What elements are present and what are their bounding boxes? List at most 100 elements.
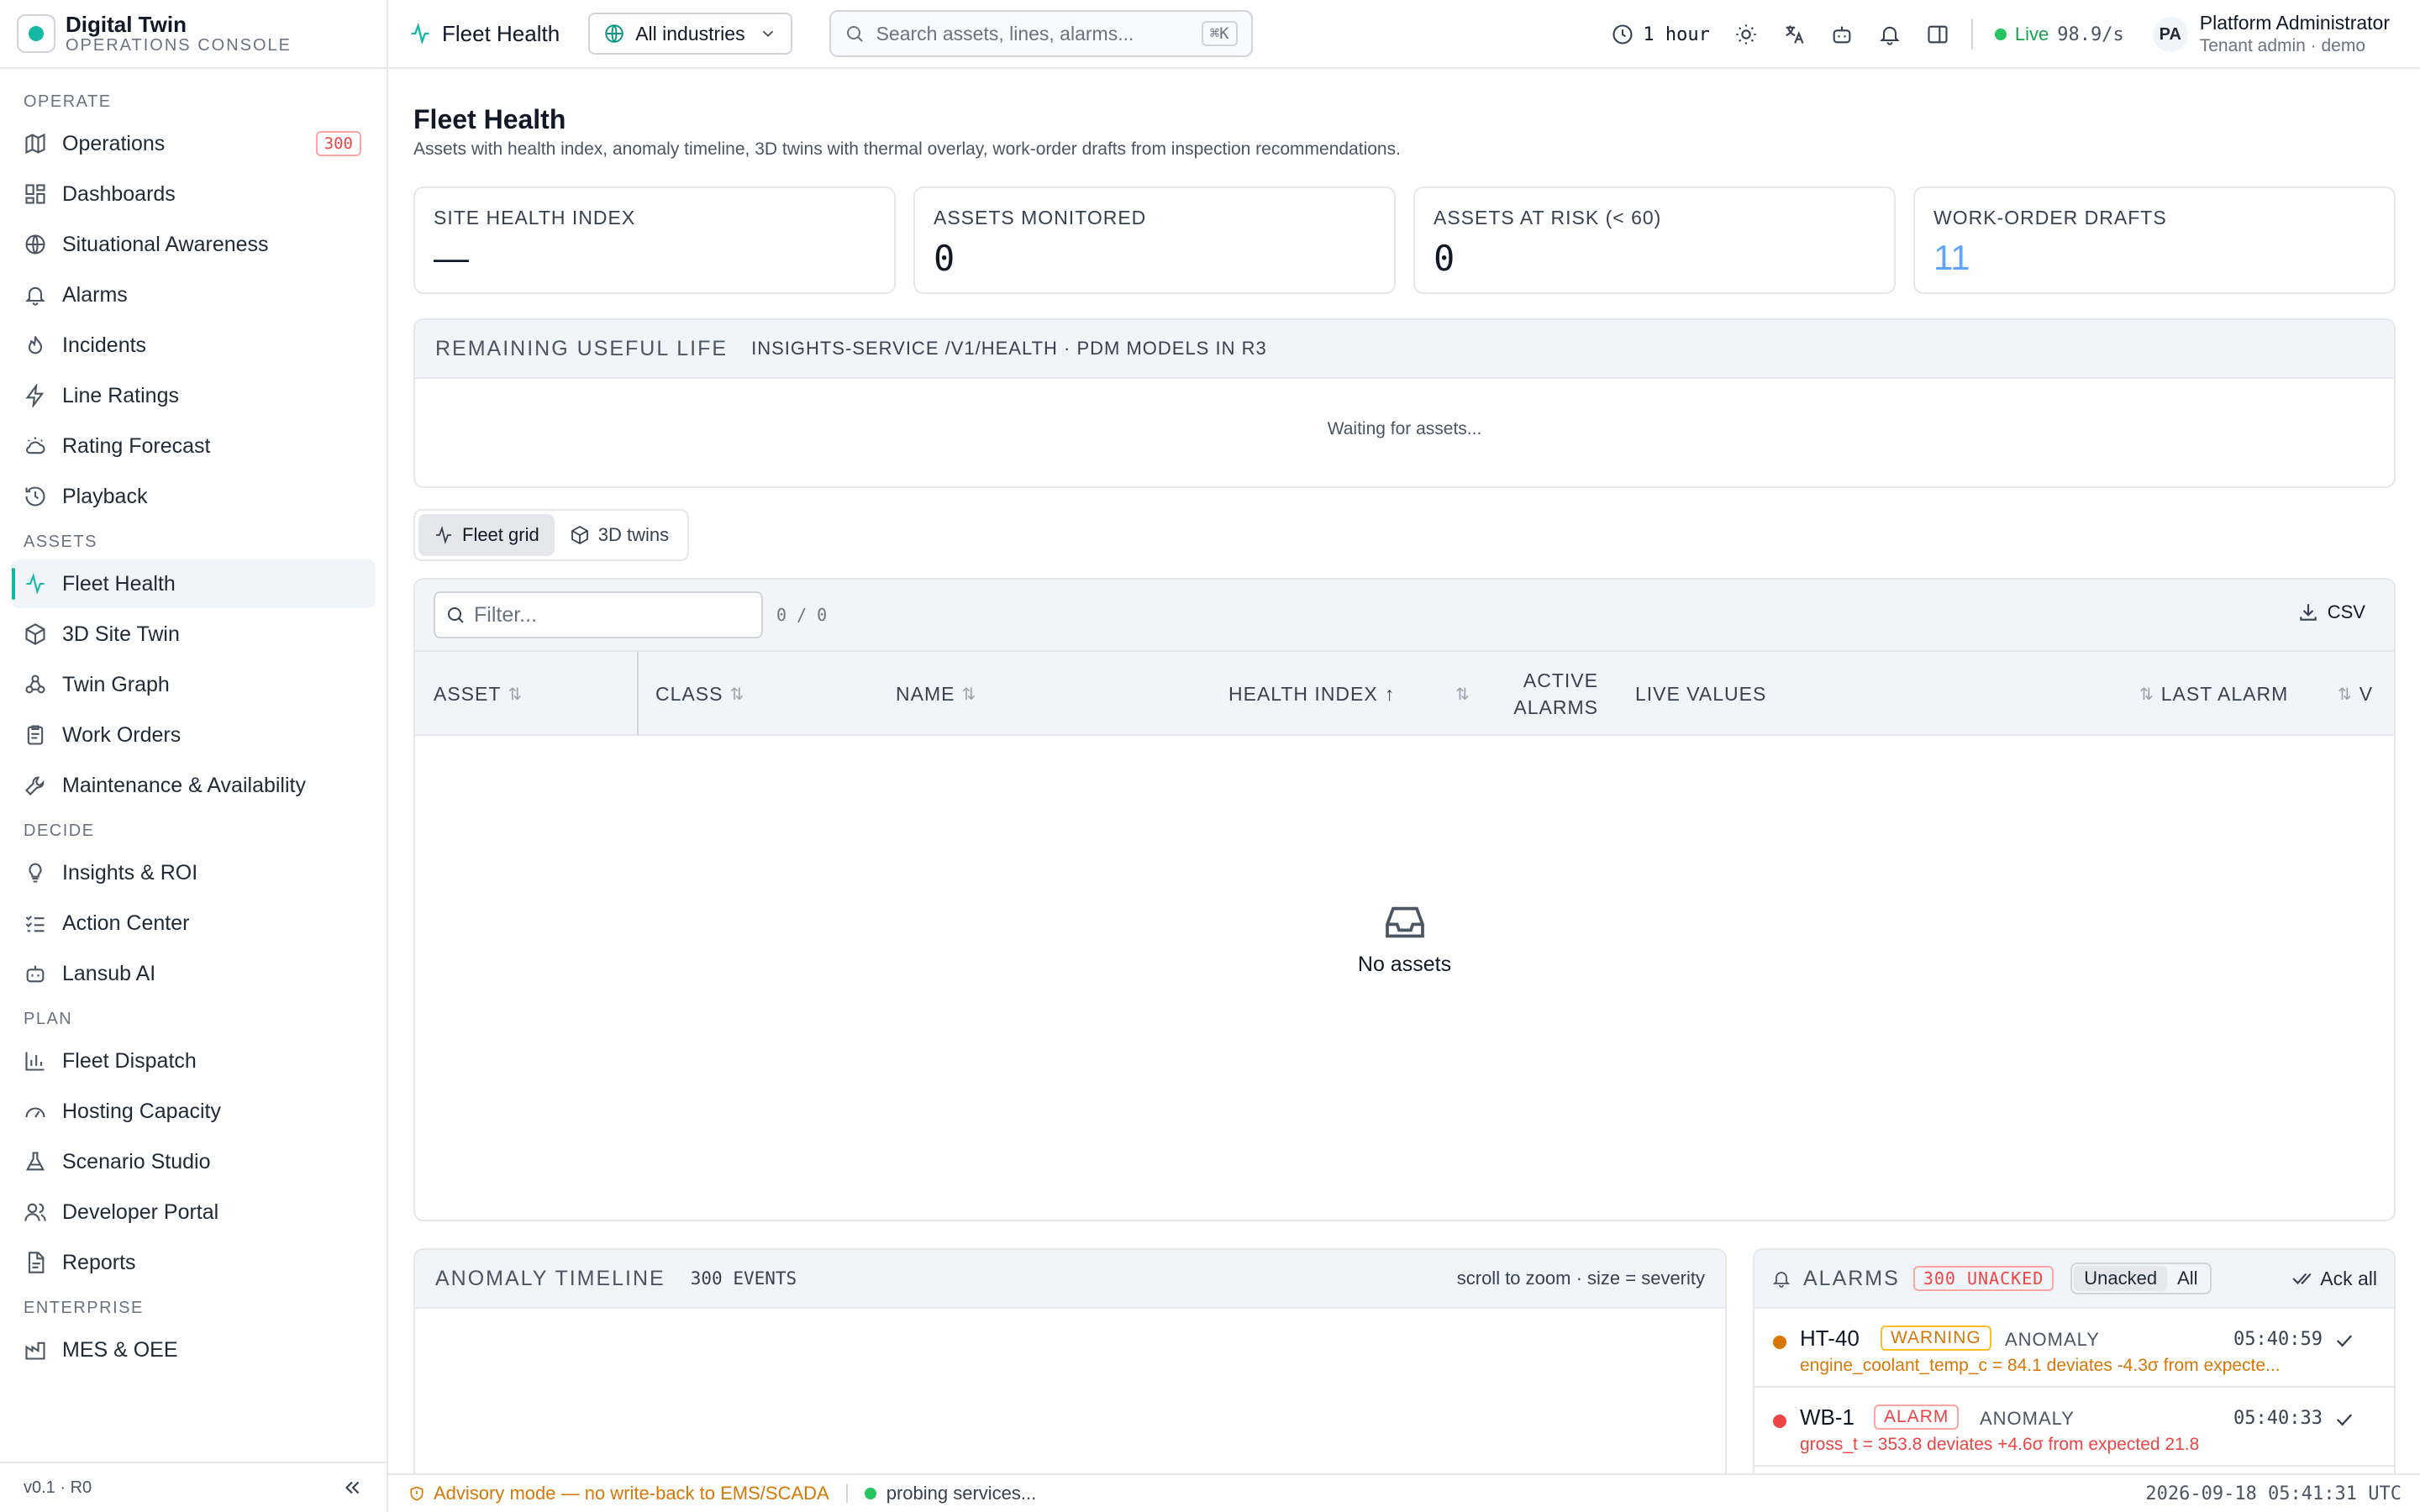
sidebar-item-action-center[interactable]: Action Center [12, 899, 375, 948]
sidebar-footer: v0.1 · R0 [0, 1462, 387, 1512]
sidebar-item-situational-awareness[interactable]: Situational Awareness [12, 220, 375, 269]
translate-icon[interactable] [1782, 23, 1806, 46]
flask-icon [25, 1152, 45, 1171]
search-icon [448, 607, 464, 623]
industry-selector[interactable]: All industries [588, 13, 792, 55]
brand[interactable]: Digital Twin OPERATIONS CONSOLE [0, 0, 387, 69]
sidebar-item-line-ratings[interactable]: Line Ratings [12, 371, 375, 420]
divider [845, 1484, 848, 1503]
flame-icon [28, 336, 43, 354]
theme-sun-icon[interactable] [1734, 23, 1758, 46]
brand-name: Digital Twin [66, 12, 187, 37]
ack-all-button[interactable]: Ack all [2291, 1268, 2377, 1290]
sidebar-item-developer-portal[interactable]: Developer Portal [12, 1188, 375, 1236]
utc-clock: 2026-09-18 05:41:31 UTC [2145, 1483, 2402, 1504]
sidebar-item-hosting-capacity[interactable]: Hosting Capacity [12, 1087, 375, 1136]
column-header-asset[interactable]: ASSET ⇅ [434, 652, 523, 736]
kpi-label: SITE HEALTH INDEX [434, 207, 636, 228]
sidebar-item-maintenance[interactable]: Maintenance & Availability [12, 761, 375, 810]
sidebar-item-fleet-health[interactable]: Fleet Health [12, 559, 375, 608]
kpi-label: ASSETS MONITORED [934, 207, 1147, 228]
column-sort-handle[interactable]: ⇅ [1449, 652, 1470, 736]
kpi-assets-at-risk: ASSETS AT RISK (< 60) 0 [1413, 186, 1896, 294]
sidebar-item-label: Operations [62, 131, 166, 155]
sidebar-item-fleet-dispatch[interactable]: Fleet Dispatch [12, 1037, 375, 1085]
section-decide: DECIDE [24, 822, 95, 840]
column-header-active-alarms[interactable]: ACTIVE ALARMS [1513, 652, 1598, 736]
timeline-hint: scroll to zoom · size = severity [1456, 1268, 1705, 1289]
collapse-sidebar-icon[interactable] [341, 1477, 363, 1499]
panel-toggle-icon[interactable] [1926, 23, 1949, 46]
global-search-input[interactable]: Search assets, lines, alarms... ⌘K [829, 10, 1253, 57]
kpi-work-order-drafts[interactable]: WORK-ORDER DRAFTS 11 [1913, 186, 2396, 294]
column-header-last-alarm[interactable]: ⇅ LAST ALARM [2139, 652, 2288, 736]
tab-3d-twins[interactable]: 3D twins [555, 514, 684, 556]
sidebar-item-dashboards[interactable]: Dashboards [12, 170, 375, 218]
sidebar-item-label: Insights & ROI [62, 860, 198, 885]
user-name: Platform Administrator [2199, 12, 2390, 34]
sidebar-item-scenario-studio[interactable]: Scenario Studio [12, 1137, 375, 1186]
bot-icon [26, 965, 45, 983]
sidebar-item-mes-oee[interactable]: MES & OEE [12, 1326, 375, 1374]
column-header-class[interactable]: CLASS ⇅ [655, 652, 744, 736]
csv-export-button[interactable]: CSV [2297, 601, 2365, 623]
sidebar-item-reports[interactable]: Reports [12, 1238, 375, 1287]
sidebar-item-twin-graph[interactable]: Twin Graph [12, 660, 375, 709]
column-header-health-index[interactable]: HEALTH INDEX ↑ [1228, 652, 1395, 736]
grid-empty-state: No assets [415, 899, 2394, 977]
sidebar-item-label: Work Orders [62, 722, 182, 747]
alarm-time: 05:40:59 [2233, 1329, 2323, 1350]
map-icon [25, 133, 45, 155]
tab-all[interactable]: All [2167, 1266, 2207, 1291]
time-range-button[interactable]: 1 hour [1611, 23, 1710, 46]
sort-icon: ⇅ [1455, 685, 1470, 704]
panel-title: ANOMALY TIMELINE [435, 1266, 666, 1290]
user-menu[interactable]: Platform Administrator Tenant admin · de… [2200, 11, 2390, 58]
column-header-live-values[interactable]: LIVE VALUES [1635, 652, 1766, 736]
brand-logo-icon [17, 14, 55, 53]
sidebar-item-insights-roi[interactable]: Insights & ROI [12, 848, 375, 897]
grid-filter-input[interactable]: Filter... [434, 591, 763, 638]
ack-check-icon[interactable] [2333, 1408, 2356, 1431]
alarm-row[interactable]: WB-1 ALARM ANOMALY 05:40:33 gross_t = 35… [1754, 1389, 2394, 1467]
wrench-icon [25, 776, 45, 795]
history-icon [25, 486, 45, 507]
live-label: Live [2014, 24, 2049, 45]
divider [1970, 19, 1973, 50]
avatar[interactable]: PA [2152, 17, 2188, 52]
sidebar-item-alarms[interactable]: Alarms [12, 270, 375, 319]
grid-row-count: 0 / 0 [776, 605, 828, 625]
tab-label: Fleet grid [462, 524, 539, 545]
column-header-v[interactable]: ⇅ V [2338, 652, 2373, 736]
bot-icon[interactable] [1830, 23, 1854, 46]
panel-header: ANOMALY TIMELINE 300 EVENTS scroll to zo… [415, 1250, 1725, 1309]
alarm-type: ANOMALY [1980, 1408, 2075, 1429]
alarm-row[interactable]: HT-40 WARNING ANOMALY 05:40:59 engine_co… [1754, 1310, 2394, 1388]
service-status-dot-icon [864, 1488, 876, 1499]
alarm-message: engine_coolant_temp_c = 84.1 deviates -4… [1800, 1356, 2281, 1375]
severity-dot-icon [1773, 1336, 1786, 1349]
sidebar-item-lansub-ai[interactable]: Lansub AI [12, 949, 375, 998]
tab-fleet-grid[interactable]: Fleet grid [418, 514, 555, 556]
topbar-page-title: Fleet Health [408, 21, 560, 47]
bell-icon[interactable] [1878, 23, 1902, 46]
csv-label: CSV [2327, 601, 2365, 622]
sidebar-item-operations[interactable]: Operations 300 [12, 119, 375, 168]
sidebar-item-label: Situational Awareness [62, 232, 269, 256]
panel-subtitle: INSIGHTS-SERVICE /V1/HEALTH · PDM MODELS… [751, 338, 1267, 359]
tab-unacked[interactable]: Unacked [2074, 1266, 2168, 1291]
ack-check-icon[interactable] [2333, 1329, 2356, 1352]
sidebar-item-3d-site-twin[interactable]: 3D Site Twin [12, 610, 375, 659]
gauge-icon [25, 1107, 45, 1118]
unacked-count-badge: 300 UNACKED [1912, 1266, 2054, 1291]
sidebar-item-label: MES & OEE [62, 1337, 178, 1362]
sidebar-item-incidents[interactable]: Incidents [12, 321, 375, 370]
sidebar-item-label: Fleet Health [62, 571, 176, 596]
anomaly-timeline-panel: ANOMALY TIMELINE 300 EVENTS scroll to zo… [413, 1248, 1727, 1473]
sidebar-item-playback[interactable]: Playback [12, 472, 375, 521]
sidebar-item-label: Alarms [62, 282, 128, 307]
column-header-name[interactable]: NAME ⇅ [896, 652, 976, 736]
graph-icon [25, 675, 45, 694]
sidebar-item-rating-forecast[interactable]: Rating Forecast [12, 422, 375, 470]
sidebar-item-work-orders[interactable]: Work Orders [12, 711, 375, 759]
